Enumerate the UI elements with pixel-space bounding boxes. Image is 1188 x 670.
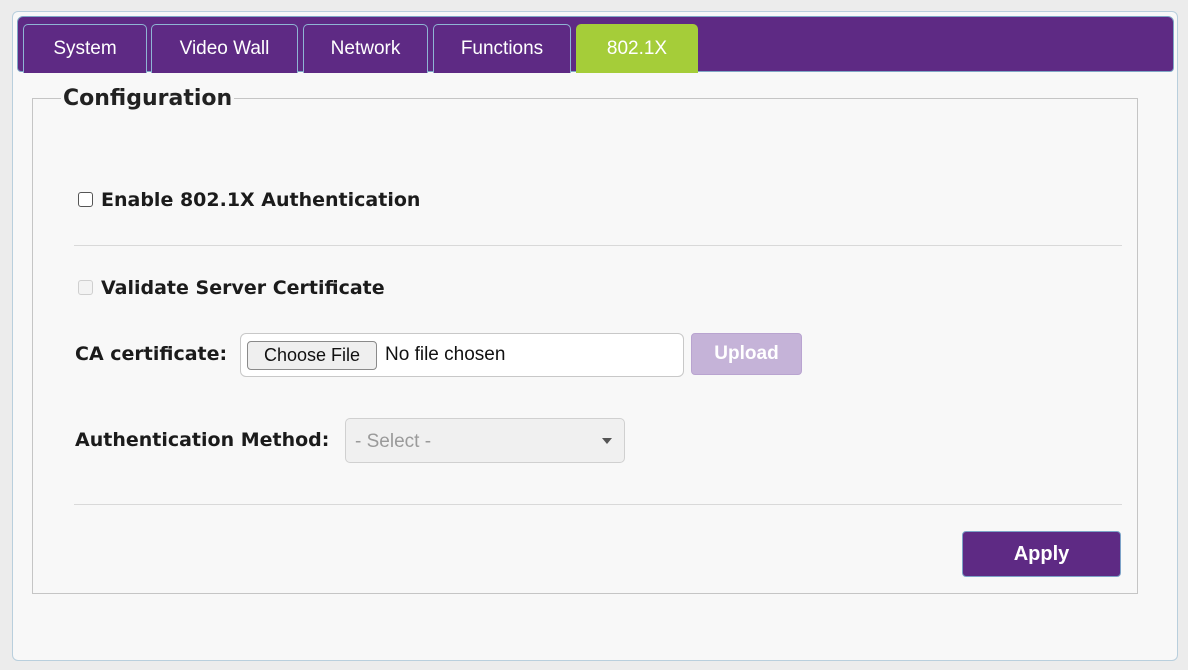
tab-video-wall[interactable]: Video Wall <box>151 24 298 73</box>
tab-network[interactable]: Network <box>303 24 428 73</box>
tab-system[interactable]: System <box>23 24 147 73</box>
enable-auth-checkbox[interactable] <box>78 192 93 207</box>
auth-method-selected-value: - Select - <box>355 431 432 452</box>
ca-certificate-file-input[interactable]: Choose File No file chosen <box>240 333 684 377</box>
section-divider <box>74 245 1122 246</box>
validate-cert-label: Validate Server Certificate <box>101 277 385 299</box>
validate-cert-checkbox[interactable] <box>78 280 93 295</box>
enable-auth-label: Enable 802.1X Authentication <box>101 189 421 211</box>
file-status-text: No file chosen <box>385 344 506 365</box>
auth-method-label: Authentication Method: <box>75 429 330 451</box>
tab-802-1x[interactable]: 802.1X <box>576 24 698 73</box>
tab-bar: System Video Wall Network Functions 802.… <box>17 16 1174 73</box>
apply-button[interactable]: Apply <box>962 531 1121 577</box>
choose-file-button[interactable]: Choose File <box>247 341 377 370</box>
bottom-divider <box>74 504 1122 505</box>
configuration-legend: Configuration <box>63 86 233 111</box>
ca-certificate-label: CA certificate: <box>75 343 228 365</box>
upload-button[interactable]: Upload <box>691 333 802 375</box>
auth-method-select[interactable]: - Select - <box>345 418 625 463</box>
tab-functions[interactable]: Functions <box>433 24 571 73</box>
dropdown-caret-icon <box>602 438 612 444</box>
